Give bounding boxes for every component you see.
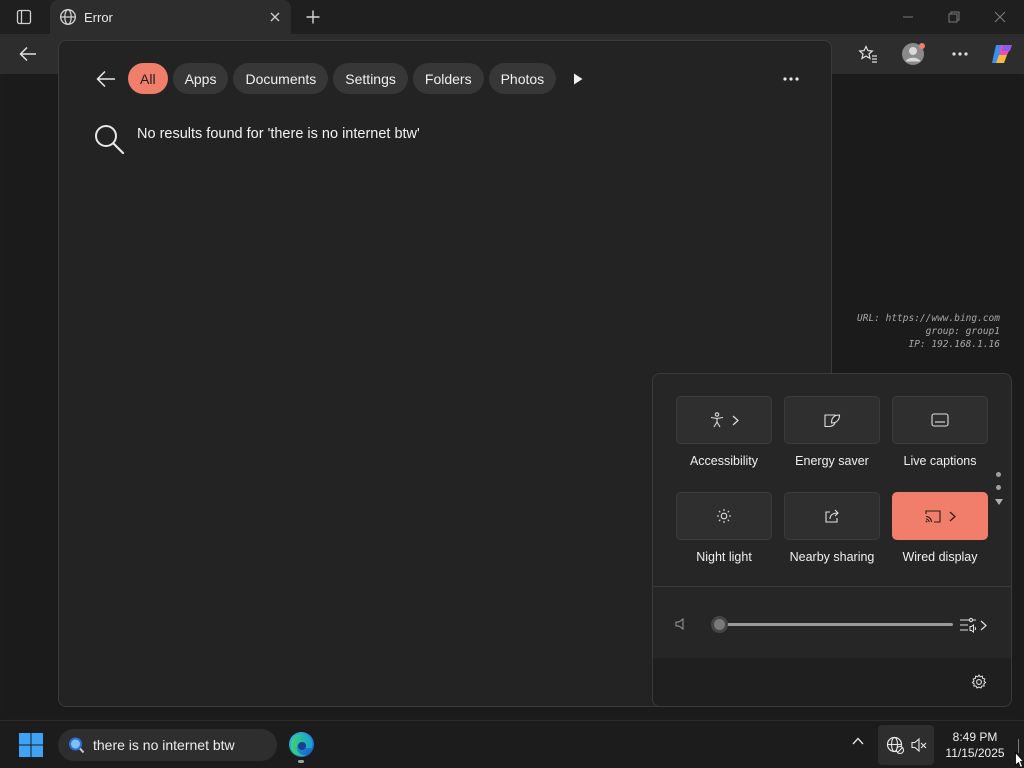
- taskbar-search-text: there is no internet btw: [93, 737, 235, 753]
- night-light-label: Night light: [696, 550, 752, 564]
- search-filter-chips: All Apps Documents Settings Folders Phot…: [128, 63, 557, 94]
- chevron-right-icon: [980, 620, 987, 630]
- audio-output-button[interactable]: [959, 614, 995, 636]
- show-desktop-button[interactable]: [1018, 739, 1019, 753]
- favorites-button[interactable]: [854, 42, 882, 66]
- browser-tab[interactable]: Error: [50, 0, 291, 34]
- qs-divider: [653, 586, 1011, 587]
- volume-slider-track[interactable]: [717, 623, 953, 626]
- chevron-right-icon: [949, 511, 956, 521]
- close-icon: [994, 11, 1006, 23]
- night-light-tile[interactable]: [676, 492, 772, 540]
- clock-date: 11/15/2025: [945, 746, 1005, 760]
- night-light-icon: [717, 509, 731, 523]
- more-icon: [952, 52, 968, 56]
- play-arrow-icon: [574, 73, 583, 85]
- group-info: group: group1: [925, 326, 1000, 337]
- wired-display-tile[interactable]: [892, 492, 988, 540]
- gear-icon[interactable]: [971, 674, 987, 690]
- copilot-button[interactable]: [988, 42, 1016, 66]
- page-dot-1[interactable]: [996, 472, 1001, 477]
- accessibility-tile[interactable]: [676, 396, 772, 444]
- search-icon: [93, 123, 125, 155]
- tab-actions-icon: [16, 9, 32, 25]
- more-filters-button[interactable]: [569, 69, 587, 89]
- start-button[interactable]: [18, 732, 44, 758]
- restore-icon: [948, 11, 960, 23]
- profile-button[interactable]: [900, 42, 928, 66]
- cast-icon: [924, 509, 941, 523]
- energy-saver-label: Energy saver: [795, 454, 869, 468]
- live-captions-label: Live captions: [903, 454, 977, 468]
- live-captions-tile[interactable]: [892, 396, 988, 444]
- tab-close-button[interactable]: [267, 9, 283, 25]
- ip-info: IP: 192.168.1.16: [908, 339, 1000, 350]
- browser-title-bar: Error: [0, 0, 1024, 34]
- running-indicator: [298, 760, 304, 763]
- nearby-sharing-label: Nearby sharing: [789, 550, 875, 564]
- chip-all[interactable]: All: [128, 63, 168, 94]
- chevron-up-icon[interactable]: [852, 737, 864, 745]
- wired-display-label: Wired display: [902, 550, 978, 564]
- search-options-button[interactable]: [779, 69, 803, 89]
- back-button[interactable]: [14, 43, 42, 65]
- chip-settings[interactable]: Settings: [333, 63, 408, 94]
- chevron-right-icon: [732, 415, 739, 425]
- more-button[interactable]: [946, 42, 974, 66]
- mouse-cursor-icon: [1015, 752, 1024, 768]
- speaker-muted-icon: [911, 737, 927, 753]
- clock-time: 8:49 PM: [952, 730, 998, 744]
- search-back-button[interactable]: [93, 68, 119, 90]
- system-tray-quick-settings[interactable]: [878, 725, 934, 765]
- edge-icon: [289, 732, 314, 757]
- tab-actions-button[interactable]: [12, 7, 36, 27]
- volume-slider-thumb[interactable]: [710, 616, 728, 633]
- chip-photos[interactable]: Photos: [488, 63, 557, 94]
- quick-settings-panel: Accessibility Energy saver Live captions…: [652, 373, 1012, 707]
- profile-icon: [902, 43, 925, 65]
- page-down-icon[interactable]: [994, 498, 1004, 506]
- chip-documents[interactable]: Documents: [233, 63, 329, 94]
- audio-mixer-icon: [960, 617, 977, 633]
- restore-button[interactable]: [940, 7, 968, 27]
- new-tab-button[interactable]: [302, 7, 324, 27]
- globe-icon: [59, 8, 77, 26]
- no-results-message: No results found for 'there is no intern…: [137, 126, 420, 142]
- close-icon: [270, 12, 280, 22]
- arrow-left-icon: [19, 46, 36, 62]
- taskbar-search-box[interactable]: there is no internet btw: [58, 729, 277, 761]
- page-dot-2[interactable]: [996, 485, 1001, 490]
- speaker-muted-icon[interactable]: [675, 618, 687, 630]
- favorites-icon: [858, 45, 877, 63]
- nearby-sharing-tile[interactable]: [784, 492, 880, 540]
- quick-settings-footer: [653, 658, 1011, 706]
- url-info: URL: https://www.bing.com: [857, 313, 1000, 324]
- tab-title: Error: [84, 10, 113, 25]
- plus-icon: [306, 10, 320, 24]
- network-globe-icon: [886, 736, 904, 754]
- minimize-button[interactable]: [894, 7, 922, 27]
- minimize-icon: [903, 16, 913, 18]
- close-window-button[interactable]: [986, 7, 1014, 27]
- accessibility-icon: [710, 412, 723, 428]
- arrow-left-icon: [96, 70, 115, 88]
- edge-taskbar-button[interactable]: [288, 731, 315, 758]
- search-icon: [69, 737, 85, 754]
- taskbar: there is no internet btw 8:49 PM 11/15/2…: [0, 720, 1024, 768]
- chip-folders[interactable]: Folders: [412, 63, 484, 94]
- live-captions-icon: [931, 413, 949, 427]
- energy-saver-tile[interactable]: [784, 396, 880, 444]
- more-icon: [783, 77, 799, 81]
- accessibility-label: Accessibility: [689, 454, 759, 468]
- copilot-icon: [992, 45, 1012, 63]
- energy-saver-icon: [824, 414, 841, 428]
- taskbar-clock[interactable]: 8:49 PM 11/15/2025: [940, 729, 1010, 761]
- connection-info: URL: https://www.bing.com group: group1 …: [857, 312, 1000, 351]
- windows-logo-icon: [19, 733, 43, 757]
- chip-apps[interactable]: Apps: [172, 63, 229, 94]
- nearby-sharing-icon: [825, 509, 839, 523]
